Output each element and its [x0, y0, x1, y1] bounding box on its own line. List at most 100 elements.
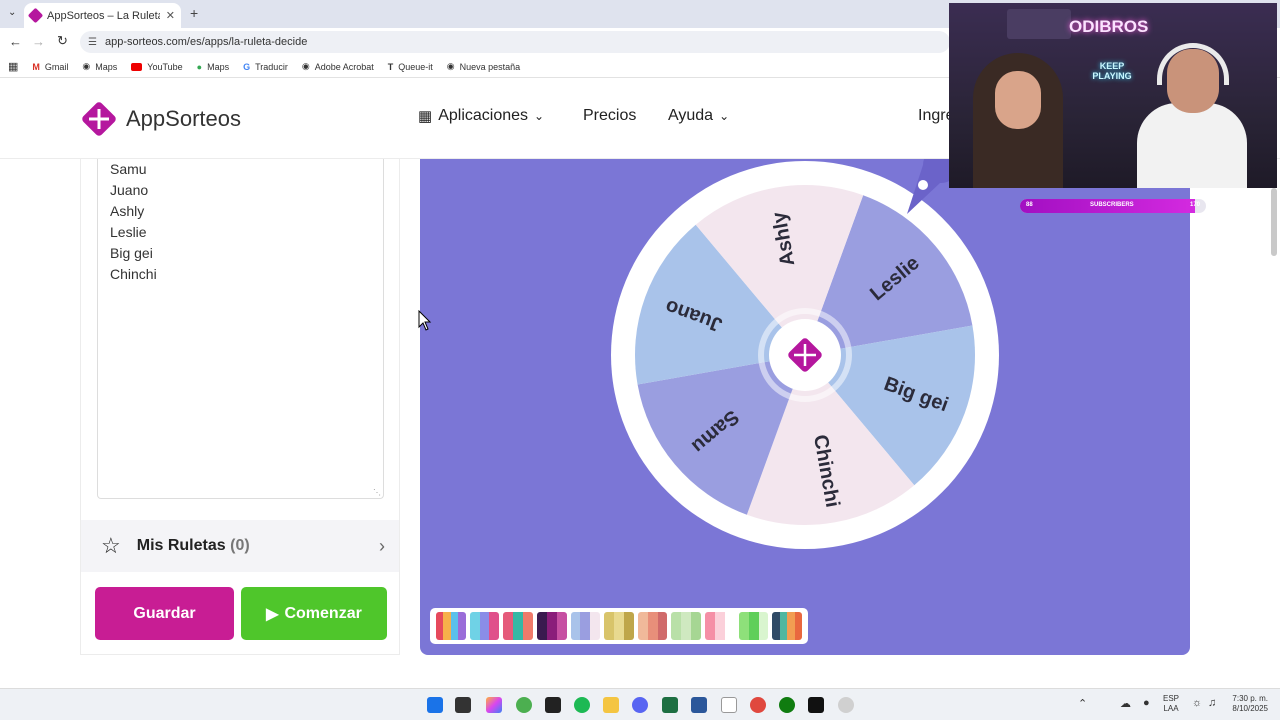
- apps-grid-icon[interactable]: ▦: [8, 60, 18, 73]
- clock[interactable]: 7:30 p. m. 8/10/2025: [1226, 694, 1268, 714]
- sub-left-count: 88: [1026, 202, 1033, 208]
- palette-color: [556, 612, 567, 640]
- color-palette-swatch[interactable]: [738, 612, 769, 640]
- microphone-icon[interactable]: ●: [1143, 697, 1150, 709]
- windows-taskbar: ⌃ ☁ ● ESP LAA ☼ ♫ 7:30 p. m. 8/10/2025: [0, 688, 1280, 720]
- bookmark-acrobat[interactable]: ◉ Adobe Acrobat: [302, 61, 374, 72]
- tab-list-icon[interactable]: ⌄: [8, 7, 16, 18]
- chevron-down-icon: ⌄: [534, 109, 545, 123]
- url-bar[interactable]: ☰ app-sorteos.com/es/apps/la-ruleta-deci…: [80, 31, 950, 53]
- bookmark-gmail[interactable]: M Gmail: [32, 62, 68, 72]
- palette-color: [523, 612, 533, 640]
- palette-color: [604, 612, 615, 640]
- subscribers-label: SUBSCRIBERS: [1090, 202, 1134, 208]
- palette-color: [772, 612, 780, 640]
- palette-color: [546, 612, 557, 640]
- globe-icon: ◉: [446, 61, 455, 71]
- back-icon[interactable]: ←: [9, 34, 22, 49]
- subscriber-goal-bar: 88 SUBSCRIBERS 170: [1020, 199, 1206, 213]
- notepad-icon[interactable]: [721, 697, 737, 713]
- new-tab-icon[interactable]: +: [190, 5, 198, 21]
- epic-games-icon[interactable]: [545, 697, 561, 713]
- color-palette-swatch[interactable]: [503, 612, 533, 640]
- bookmark-translate[interactable]: G Traducir: [243, 62, 288, 72]
- participant-entry: Leslie: [110, 224, 147, 240]
- clock-time: 7:30 p. m.: [1232, 694, 1268, 703]
- copilot-icon[interactable]: [486, 697, 502, 713]
- palette-color: [637, 612, 648, 640]
- shelf-decor: [1007, 9, 1071, 39]
- word-icon[interactable]: [691, 697, 707, 713]
- wheel-peg: [862, 186, 869, 193]
- participant-entry: Samu: [110, 161, 147, 177]
- play-icon: ▶: [266, 605, 279, 623]
- chrome-icon[interactable]: [516, 697, 532, 713]
- logo-text: AppSorteos: [126, 106, 241, 131]
- sub-right-count: 170: [1189, 202, 1200, 208]
- reload-icon[interactable]: ↻: [57, 33, 68, 49]
- save-label: Guardar: [133, 604, 196, 622]
- chrome-profile-icon[interactable]: [750, 697, 766, 713]
- bookmark-queueit[interactable]: T Queue-it: [388, 62, 433, 72]
- nav-ayuda[interactable]: Ayuda ⌄: [668, 107, 729, 125]
- color-palette-swatch[interactable]: [436, 612, 466, 640]
- star-icon: ☆: [101, 533, 121, 558]
- nav-precios[interactable]: Precios: [583, 107, 636, 125]
- site-info-icon[interactable]: ☰: [88, 37, 97, 48]
- color-palette-swatch[interactable]: [705, 612, 735, 640]
- nav-label: Aplicaciones: [438, 107, 529, 124]
- language-indicator[interactable]: ESP LAA: [1163, 694, 1179, 714]
- color-palette-swatch[interactable]: [637, 612, 668, 640]
- start-button[interactable]: ▶ Comenzar: [241, 587, 387, 640]
- tiktok-icon[interactable]: [808, 697, 824, 713]
- windows-start-icon[interactable]: [427, 697, 443, 713]
- resize-handle-icon[interactable]: ⋱: [373, 488, 381, 497]
- page-scrollbar[interactable]: [1271, 188, 1277, 256]
- task-view-icon[interactable]: [455, 697, 471, 713]
- close-tab-icon[interactable]: ✕: [166, 9, 175, 22]
- color-palette-swatch[interactable]: [671, 612, 702, 640]
- bookmark-maps[interactable]: ◉ Maps: [82, 61, 117, 72]
- excel-icon[interactable]: [662, 697, 678, 713]
- chevron-up-icon[interactable]: ⌃: [1078, 697, 1087, 710]
- cloud-icon[interactable]: ☁: [1120, 697, 1131, 710]
- mis-ruletas-row[interactable]: ☆ Mis Ruletas (0) ›: [81, 520, 399, 572]
- apps-grid-icon: ▦: [418, 108, 433, 125]
- wifi-icon[interactable]: ☼: [1192, 697, 1202, 709]
- forward-icon[interactable]: →: [32, 34, 45, 49]
- volume-icon[interactable]: ♫: [1208, 697, 1216, 709]
- nav-aplicaciones[interactable]: ▦ Aplicaciones ⌄: [418, 107, 544, 125]
- wheel-peg: [975, 321, 982, 328]
- color-palette-swatch[interactable]: [469, 612, 500, 640]
- browser-tab-active[interactable]: AppSorteos – La Ruleta de la S... ✕: [24, 3, 181, 28]
- palette-color: [715, 612, 725, 640]
- start-label: Comenzar: [284, 604, 362, 622]
- spotify-icon[interactable]: [574, 697, 590, 713]
- gmail-icon: M: [32, 61, 40, 72]
- spin-wheel[interactable]: LeslieBig geiChinchiSamuJuanoAshly: [420, 159, 1190, 655]
- xbox-icon[interactable]: [779, 697, 795, 713]
- palette-color: [671, 612, 682, 640]
- palette-color: [458, 612, 466, 640]
- app-icon[interactable]: [838, 697, 854, 713]
- palette-color: [590, 612, 601, 640]
- file-explorer-icon[interactable]: [603, 697, 619, 713]
- bookmark-maps-2[interactable]: ● Maps: [197, 62, 229, 72]
- mouse-cursor-icon: [418, 310, 432, 331]
- color-palette-swatch[interactable]: [604, 612, 634, 640]
- appsorteos-logo[interactable]: AppSorteos: [80, 100, 241, 138]
- palette-color: [779, 612, 788, 640]
- palette-color: [489, 612, 500, 640]
- color-palette-swatch[interactable]: [570, 612, 601, 640]
- palette-color: [787, 612, 795, 640]
- save-button[interactable]: Guardar: [95, 587, 234, 640]
- discord-icon[interactable]: [632, 697, 648, 713]
- bookmark-new-tab[interactable]: ◉ Nueva pestaña: [447, 61, 520, 72]
- palette-color: [623, 612, 634, 640]
- participants-textarea[interactable]: Samu Juano Ashly Leslie Big gei Chinchi …: [97, 159, 384, 499]
- bookmark-youtube[interactable]: YouTube: [131, 62, 183, 72]
- palette-color: [513, 612, 524, 640]
- color-palette-swatch[interactable]: [772, 612, 803, 640]
- color-palette-swatch[interactable]: [536, 612, 567, 640]
- screen: ⌄ AppSorteos – La Ruleta de la S... ✕ + …: [0, 0, 1280, 720]
